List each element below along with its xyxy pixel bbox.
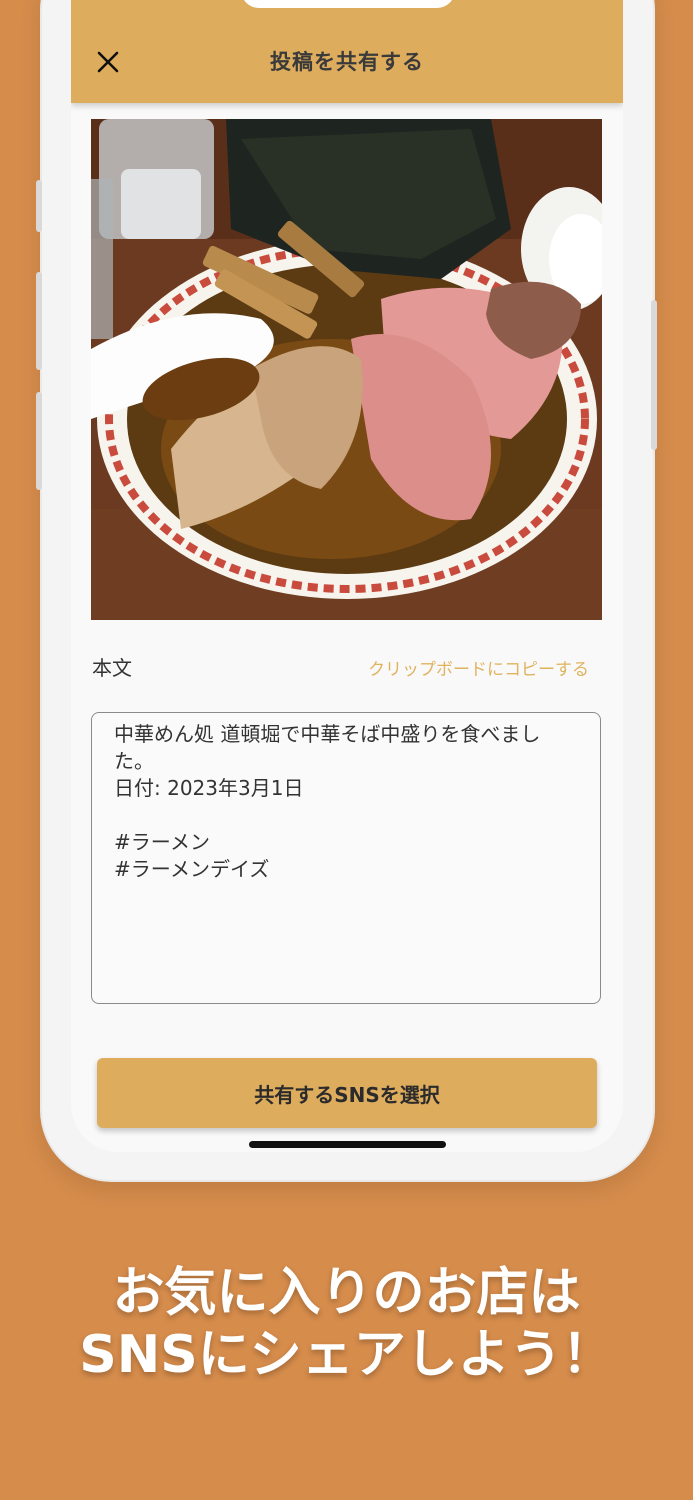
phone-side-button — [36, 180, 42, 232]
app-screen: 投稿を共有する 本文 クリップボードにコピーする 中華めん処 道頓堀で中華そば中… — [71, 0, 623, 1152]
app-bar: 投稿を共有する — [71, 0, 623, 103]
select-sns-button[interactable]: 共有するSNSを選択 — [97, 1058, 597, 1128]
promo-line-1: お気に入りのお店は — [112, 1263, 581, 1323]
body-label: 本文 — [92, 656, 132, 680]
phone-volume-down-button — [36, 392, 42, 490]
post-body-textarea[interactable]: 中華めん処 道頓堀で中華そば中盛りを食べました。 日付: 2023年3月1日 #… — [91, 712, 601, 1004]
page-title: 投稿を共有する — [270, 50, 424, 74]
copy-to-clipboard-link[interactable]: クリップボードにコピーする — [368, 655, 589, 680]
home-indicator — [249, 1141, 446, 1148]
dynamic-island — [241, 0, 455, 8]
phone-power-button — [651, 300, 657, 450]
promo-line-2: SNSにシェアしよう！ — [79, 1325, 614, 1385]
post-photo — [91, 119, 602, 620]
phone-volume-up-button — [36, 272, 42, 370]
ramen-photo-image — [91, 119, 602, 620]
